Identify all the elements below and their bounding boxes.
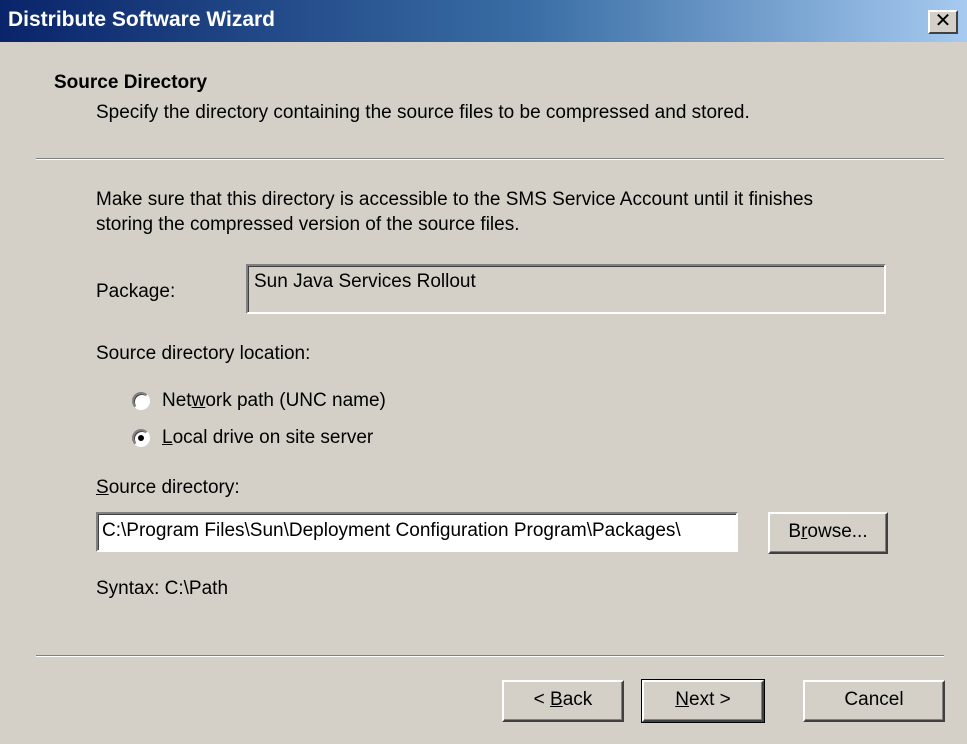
source-directory-input[interactable]: C:\Program Files\Sun\Deployment Configur…	[96, 512, 738, 552]
package-field: Sun Java Services Rollout	[246, 264, 886, 314]
header-divider	[36, 158, 944, 160]
title-bar[interactable]: Distribute Software Wizard ✕	[0, 0, 967, 42]
footer-divider	[36, 655, 944, 657]
radio-local-drive-button[interactable]	[132, 429, 150, 447]
source-directory-label: Source directory:	[96, 477, 240, 498]
close-button[interactable]: ✕	[928, 10, 958, 34]
radio-network-path[interactable]: Network path (UNC name)	[132, 388, 386, 414]
cancel-button[interactable]: Cancel	[803, 680, 945, 722]
page-subtitle: Specify the directory containing the sou…	[96, 102, 750, 123]
next-button[interactable]: Next >	[641, 679, 765, 723]
radio-network-path-label: Network path (UNC name)	[162, 390, 386, 411]
radio-local-drive-label: Local drive on site server	[162, 427, 374, 448]
package-label: Package:	[96, 281, 176, 302]
radio-local-drive[interactable]: Local drive on site server	[132, 425, 373, 451]
back-button[interactable]: < Back	[502, 680, 624, 722]
intro-text-line2: storing the compressed version of the so…	[96, 214, 520, 235]
close-icon: ✕	[934, 10, 952, 32]
wizard-window: Distribute Software Wizard ✕ Source Dire…	[0, 0, 967, 744]
syntax-hint: Syntax: C:\Path	[96, 578, 229, 599]
page-title: Source Directory	[54, 72, 208, 93]
intro-text-line1: Make sure that this directory is accessi…	[96, 189, 814, 210]
window-title: Distribute Software Wizard	[8, 8, 276, 31]
browse-button[interactable]: Browse...	[768, 512, 888, 554]
radio-network-path-button[interactable]	[132, 392, 150, 410]
source-location-label: Source directory location:	[96, 343, 311, 364]
